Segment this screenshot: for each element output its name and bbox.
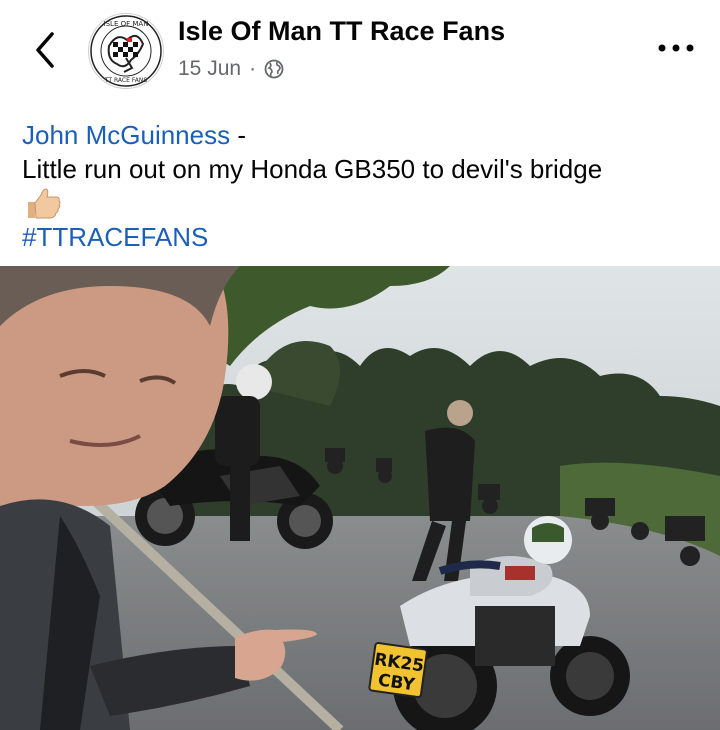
author-suffix: - xyxy=(230,120,246,150)
page-avatar[interactable]: ISLE OF MAN TT RACE FANS xyxy=(88,13,164,89)
back-button[interactable] xyxy=(28,30,64,70)
chevron-left-icon xyxy=(36,32,54,68)
post-text: John McGuinness - Little run out on my H… xyxy=(22,118,702,254)
svg-text:TT RACE FANS: TT RACE FANS xyxy=(104,77,147,84)
post-author-line: John McGuinness - xyxy=(22,118,702,152)
post-header: ISLE OF MAN TT RACE FANS Isle Of Man TT … xyxy=(0,0,720,110)
hashtag-link[interactable]: #TTRACEFANS xyxy=(22,220,702,254)
svg-text:ISLE OF MAN: ISLE OF MAN xyxy=(104,20,149,28)
globe-icon xyxy=(264,59,284,79)
author-link[interactable]: John McGuinness xyxy=(22,120,230,150)
thumbs-up-icon xyxy=(28,188,61,219)
photo-image: RK25 CBY xyxy=(0,266,720,730)
post-photo[interactable]: RK25 CBY xyxy=(0,266,720,730)
post-body: Little run out on my Honda GB350 to devi… xyxy=(22,154,603,184)
post-meta: 15 Jun · xyxy=(178,57,284,81)
more-options-button[interactable] xyxy=(656,36,696,60)
ellipsis-icon xyxy=(658,44,694,52)
meta-separator: · xyxy=(249,57,257,80)
tt-race-fans-logo: ISLE OF MAN TT RACE FANS xyxy=(90,15,162,87)
page-name[interactable]: Isle Of Man TT Race Fans xyxy=(178,16,505,47)
post-date[interactable]: 15 Jun xyxy=(178,57,241,81)
